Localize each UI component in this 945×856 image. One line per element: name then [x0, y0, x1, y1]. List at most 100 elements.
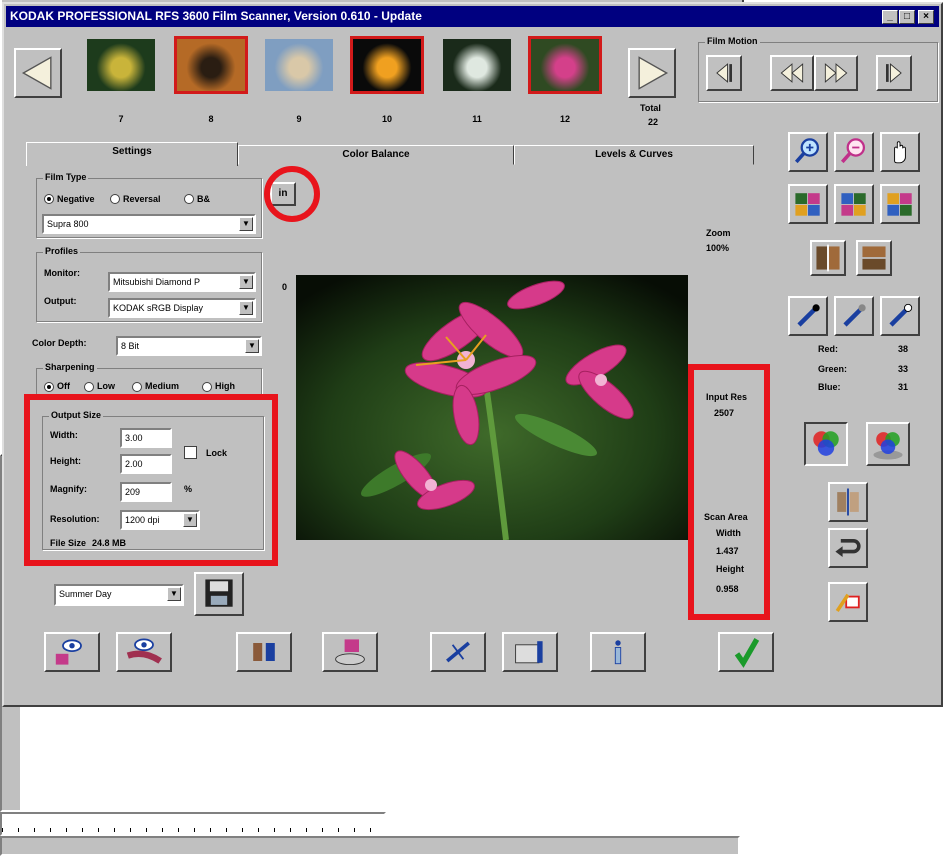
bw-radio[interactable] [184, 194, 194, 204]
mirror-vertical-icon [862, 246, 886, 270]
rewind-button[interactable] [770, 55, 814, 91]
preset-select[interactable]: Summer Day ▼ [54, 584, 184, 606]
zoom-out-button[interactable] [834, 132, 874, 172]
white-point-eyedropper[interactable] [880, 296, 920, 336]
prescan-button[interactable] [116, 632, 172, 672]
compare-icon [253, 643, 275, 661]
minimize-button[interactable]: _ [882, 10, 898, 24]
calibrate-button[interactable] [430, 632, 486, 672]
floppy-disk-icon [205, 579, 233, 607]
save-preset-button[interactable] [194, 572, 244, 616]
frame-number: 10 [381, 114, 392, 124]
output-size-highlight [24, 394, 278, 566]
sharpen-low-label: Low [97, 381, 115, 391]
ruler-zero: 0 [282, 282, 288, 292]
monitor-profile-select[interactable]: Mitsubishi Diamond P ▼ [108, 272, 256, 292]
scan-preview-image[interactable] [296, 275, 688, 540]
compare-button[interactable] [236, 632, 292, 672]
scan-width-value: 1.437 [716, 546, 739, 556]
close-button[interactable]: × [918, 10, 934, 24]
undo-button[interactable] [828, 528, 868, 568]
film-thumbnail[interactable] [174, 36, 248, 94]
tab-settings[interactable]: Settings [26, 142, 238, 166]
chevron-down-icon: ▼ [245, 339, 259, 353]
color-rgb-button[interactable] [804, 422, 848, 466]
sharpen-low-radio[interactable] [84, 382, 94, 392]
film-select[interactable]: Supra 800 ▼ [42, 214, 256, 234]
pan-hand-button[interactable] [880, 132, 920, 172]
blue-value: 31 [898, 382, 909, 392]
total-label: Total [640, 103, 661, 113]
info-panel-button[interactable] [502, 632, 558, 672]
film-thumbnail[interactable] [528, 36, 602, 94]
green-label: Green: [818, 364, 848, 374]
output-profile-value: KODAK sRGB Display [113, 303, 204, 313]
rotate-right-icon [841, 193, 866, 216]
black-point-eyedropper[interactable] [788, 296, 828, 336]
next-strip-button[interactable] [628, 48, 676, 98]
undo-arrow-icon [835, 539, 861, 557]
scan-area-label: Scan Area [704, 512, 748, 522]
window-title: KODAK PROFESSIONAL RFS 3600 Film Scanner… [10, 9, 422, 23]
sharpen-medium-label: Medium [145, 381, 180, 391]
about-button[interactable] [590, 632, 646, 672]
split-preview-button[interactable] [828, 482, 868, 522]
step-forward-icon [886, 63, 902, 83]
color-cmy-button[interactable] [866, 422, 910, 466]
reversal-radio[interactable] [110, 194, 120, 204]
info-icon [614, 640, 622, 665]
film-thumbnail[interactable] [440, 36, 514, 94]
input-res-label: Input Res [706, 392, 748, 402]
sharpen-high-radio[interactable] [202, 382, 212, 392]
reversal-label: Reversal [123, 194, 161, 204]
film-thumbnail[interactable] [350, 36, 424, 94]
output-profile-select[interactable]: KODAK sRGB Display ▼ [108, 298, 256, 318]
scan-ok-button[interactable] [718, 632, 774, 672]
zoom-in-button[interactable] [788, 132, 828, 172]
frame-forward-button[interactable] [876, 55, 912, 91]
input-res-value: 2507 [714, 408, 735, 418]
color-depth-value: 8 Bit [121, 341, 140, 351]
batch-scan-button[interactable] [322, 632, 378, 672]
scan-height-label: Height [716, 564, 744, 574]
scan-info-highlight [688, 364, 770, 620]
bw-label: B& [197, 194, 210, 204]
film-thumbnail[interactable] [262, 36, 336, 94]
rotate-left-button[interactable] [788, 184, 828, 224]
horizontal-ruler [0, 812, 386, 836]
eye-icon [55, 639, 82, 665]
film-thumbnail[interactable] [84, 36, 158, 94]
fast-forward-button[interactable] [814, 55, 858, 91]
color-depth-select[interactable]: 8 Bit ▼ [116, 336, 262, 356]
frame-number: 9 [296, 114, 302, 124]
negative-label: Negative [57, 194, 95, 204]
crop-reset-button[interactable] [828, 582, 868, 622]
frame-number: 7 [118, 114, 124, 124]
fast-forward-icon [824, 63, 848, 83]
step-back-icon [716, 63, 732, 83]
output-label: Output: [44, 296, 77, 306]
rotate-left-icon [795, 193, 820, 216]
negative-radio[interactable] [44, 194, 54, 204]
tab-color-balance[interactable]: Color Balance [238, 145, 514, 165]
eyedropper-icon [843, 304, 866, 327]
sharpen-medium-radio[interactable] [132, 382, 142, 392]
cmy-circles-icon [873, 432, 903, 460]
tab-levels-curves[interactable]: Levels & Curves [514, 145, 754, 165]
zoom-out-icon [840, 138, 866, 164]
profiles-legend: Profiles [43, 246, 81, 256]
mirror-horizontal-button[interactable] [810, 240, 846, 276]
frame-back-button[interactable] [706, 55, 742, 91]
mirror-vertical-button[interactable] [856, 240, 892, 276]
sharpen-off-radio[interactable] [44, 382, 54, 392]
maximize-button[interactable]: □ [899, 10, 915, 24]
gray-point-eyedropper[interactable] [834, 296, 874, 336]
preview-button[interactable] [44, 632, 100, 672]
flip-button[interactable] [880, 184, 920, 224]
split-view-icon [837, 488, 859, 516]
previous-strip-button[interactable] [14, 48, 62, 98]
rotate-right-button[interactable] [834, 184, 874, 224]
zoom-value: 100% [706, 243, 730, 253]
frame-number: 11 [472, 114, 482, 124]
unit-button-highlight [264, 166, 320, 222]
